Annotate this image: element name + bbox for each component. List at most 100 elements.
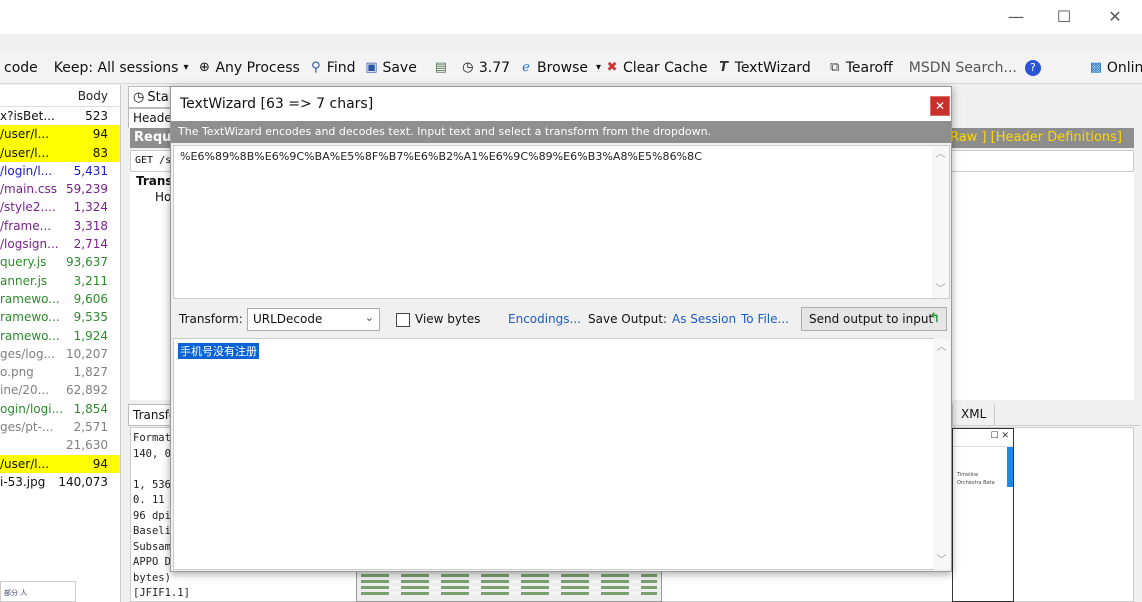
textwizard-icon: T <box>719 59 729 75</box>
textwizard-close-button[interactable]: ✕ <box>930 96 950 116</box>
session-row[interactable]: /logsign... 2,714 <box>0 235 120 253</box>
main-toolbar: code Keep: All sessions ▾ ⊕ Any Process ⚲ F… <box>0 52 1142 84</box>
browse-button[interactable]: ℯ Browse <box>514 53 592 83</box>
green-arrow-icon: ↰ <box>929 311 940 326</box>
to-file-link[interactable]: To File... <box>741 312 789 326</box>
scroll-up-icon[interactable]: ︿ <box>933 339 950 356</box>
session-body-size: 2,571 <box>73 420 108 435</box>
session-body-size: 3,318 <box>73 218 108 233</box>
scroll-down-icon[interactable]: ﹀ <box>932 281 949 298</box>
browse-label: Browse <box>537 59 588 76</box>
session-list[interactable]: Body x?isBet... 523/user/l... 94/user/l...… <box>0 85 121 602</box>
minimize-button[interactable]: — <box>1004 6 1028 28</box>
tearoff-button[interactable]: ⧉ Tearoff <box>823 53 897 83</box>
save-label: Save <box>382 59 417 76</box>
maximize-button[interactable]: ☐ <box>1052 6 1076 28</box>
session-row[interactable]: /style2.... 1,324 <box>0 198 120 216</box>
session-row[interactable]: o.png 1,827 <box>0 363 120 381</box>
close-window-button[interactable]: ✕ <box>1103 6 1127 28</box>
textwizard-dialog: TextWizard [63 => 7 chars] ✕ The TextWiz… <box>170 86 952 572</box>
session-row[interactable]: i-53.jpg 140,073 <box>0 473 120 491</box>
output-scrollbar[interactable]: ︿ ﹀ <box>933 339 950 569</box>
textwizard-input-textarea[interactable]: %E6%89%8B%E6%9C%BA%E5%8F%B7%E6%B2%A1%E6%… <box>173 145 950 299</box>
session-row[interactable]: query.js 93,637 <box>0 253 120 271</box>
textwizard-output-textarea[interactable]: 手机号没有注册 ︿ ﹀ <box>173 338 950 570</box>
session-row[interactable]: ogin/logi... 1,854 <box>0 400 120 418</box>
session-row[interactable]: /user/l... 83 <box>0 143 120 162</box>
session-url: ges/pt-... <box>0 420 54 435</box>
session-body-size: 62,892 <box>66 383 108 398</box>
scroll-up-icon[interactable]: ︿ <box>932 146 949 163</box>
session-url: ogin/logi... <box>0 401 64 416</box>
session-url: o.png <box>0 365 34 380</box>
dropdown-arrow-icon: ▾ <box>596 62 602 73</box>
session-body-size: 1,854 <box>73 401 108 416</box>
raw-header-links[interactable]: [ Raw ] [Header Definitions] <box>941 130 1122 145</box>
session-body-size: 5,431 <box>73 163 108 178</box>
decode-button[interactable]: code <box>0 53 42 83</box>
transform-select[interactable]: URLDecode ⌄ <box>247 308 380 331</box>
transform-label: Transform: <box>179 312 243 326</box>
find-button[interactable]: ⚲ Find <box>304 53 360 83</box>
input-scrollbar[interactable]: ︿ ﹀ <box>932 146 949 298</box>
embedded-window-controls: ☐ ✕ <box>953 429 1013 447</box>
session-row[interactable]: ges/log... 10,207 <box>0 345 120 363</box>
view-bytes-checkbox[interactable] <box>396 313 410 327</box>
as-session-link[interactable]: As Session <box>672 312 736 326</box>
session-body-size: 1,827 <box>73 365 108 380</box>
session-row[interactable]: ine/20... 62,892 <box>0 381 120 399</box>
session-body-size: 140,073 <box>58 474 108 489</box>
session-row[interactable]: 21,630 <box>0 436 120 454</box>
embedded-line: Timeline <box>957 472 979 478</box>
session-row[interactable]: ramewo... 1,924 <box>0 327 120 345</box>
transport-group-label: Trans <box>136 174 173 188</box>
encodings-link[interactable]: Encodings... <box>508 312 581 326</box>
session-row[interactable]: ges/pt-... 2,571 <box>0 418 120 436</box>
timer-icon: ◷ <box>462 59 474 75</box>
session-row[interactable]: /user/l... 94 <box>0 454 120 473</box>
help-button[interactable]: ? <box>1021 53 1048 83</box>
textwizard-label: TextWizard <box>734 59 811 76</box>
session-row[interactable]: /user/l... 94 <box>0 125 120 144</box>
session-row[interactable]: ramewo... 9,606 <box>0 290 120 308</box>
send-output-to-input-button[interactable]: Send output to input ↰ <box>801 307 947 331</box>
scroll-down-icon[interactable]: ﹀ <box>933 552 950 569</box>
binoculars-icon: ⚲ <box>311 59 321 75</box>
msdn-search-input[interactable]: MSDN Search... <box>905 53 1021 83</box>
find-label: Find <box>326 59 356 76</box>
session-row[interactable]: x?isBet... 523 <box>0 107 120 125</box>
session-body-size: 93,637 <box>66 255 108 270</box>
session-row[interactable]: /main.css 59,239 <box>0 180 120 198</box>
session-row[interactable]: ramewo... 9,535 <box>0 308 120 326</box>
session-row[interactable]: anner.js 3,211 <box>0 272 120 290</box>
online-button[interactable]: ▩Online <box>1084 53 1142 83</box>
tearoff-label: Tearoff <box>845 59 893 76</box>
embedded-blue-strip <box>1007 447 1013 487</box>
clear-cache-button[interactable]: ▾ ✖ Clear Cache <box>592 53 712 83</box>
send-output-label: Send output to input <box>809 312 934 326</box>
tab-statistics[interactable]: ◷ Sta <box>128 86 174 108</box>
help-icon: ? <box>1024 59 1041 76</box>
session-row[interactable]: /frame... 3,318 <box>0 217 120 235</box>
dropdown-arrow-icon: ▾ <box>183 62 189 73</box>
body-column-header[interactable]: Body <box>78 89 108 103</box>
tearoff-icon: ⧉ <box>830 59 840 75</box>
session-url: ramewo... <box>0 328 60 343</box>
session-url: x?isBet... <box>0 109 55 123</box>
window-titlebar: — ☐ ✕ <box>0 0 1142 34</box>
textwizard-title: TextWizard [63 => 7 chars] <box>171 87 951 121</box>
msdn-search-placeholder: MSDN Search... <box>908 59 1017 76</box>
textwizard-controls: Transform: URLDecode ⌄ View bytes Encodi… <box>171 301 951 337</box>
session-url: ramewo... <box>0 310 60 325</box>
response-image-preview <box>356 570 662 602</box>
keep-sessions-dropdown[interactable]: Keep: All sessions ▾ <box>50 53 193 83</box>
textwizard-button[interactable]: T TextWizard <box>712 53 815 83</box>
screenshot-button[interactable]: ▤ <box>429 53 456 83</box>
any-process-button[interactable]: ⊕ Any Process <box>192 53 303 83</box>
timer-button[interactable]: ◷ 3.77 <box>456 53 514 83</box>
tab-statistics-label: Sta <box>147 89 169 105</box>
save-button[interactable]: ▣ Save <box>359 53 420 83</box>
tab-xml[interactable]: XML <box>952 404 996 426</box>
keep-sessions-label: Keep: All sessions <box>53 59 179 76</box>
session-row[interactable]: /login/l... 5,431 <box>0 162 120 180</box>
